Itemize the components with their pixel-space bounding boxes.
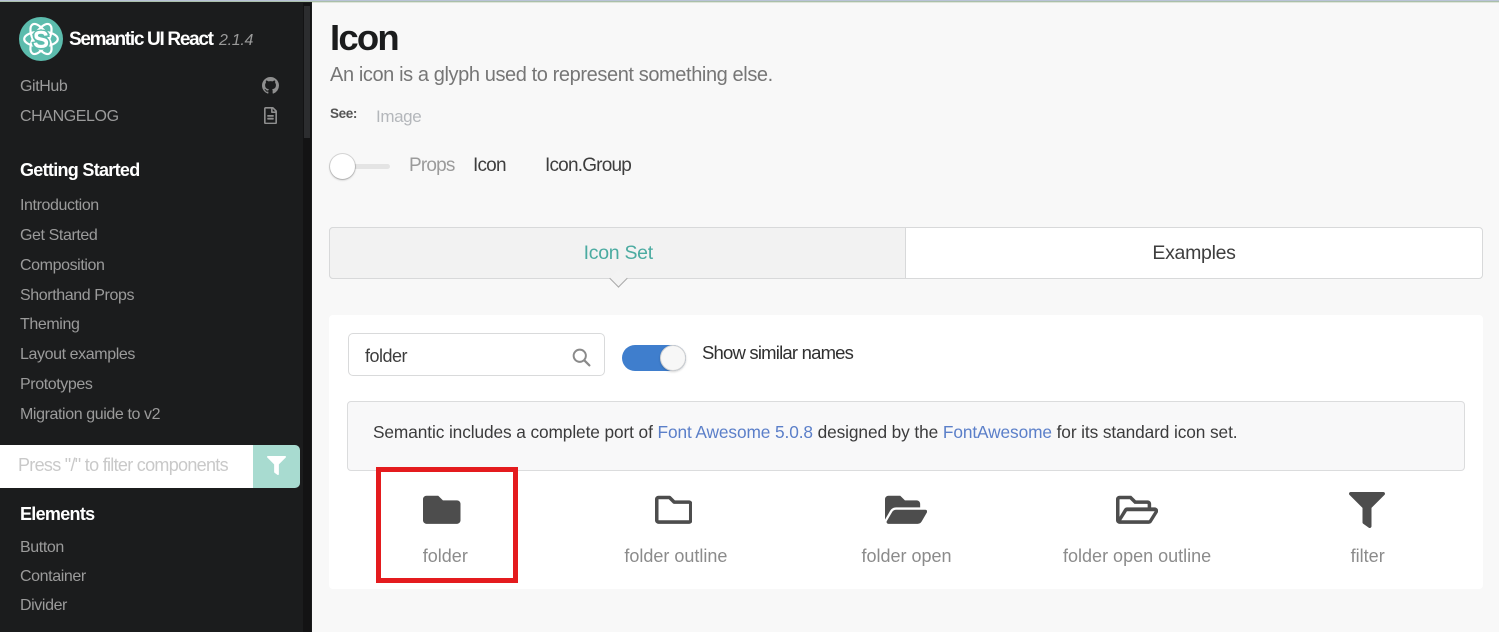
svg-text:S: S bbox=[33, 27, 49, 54]
